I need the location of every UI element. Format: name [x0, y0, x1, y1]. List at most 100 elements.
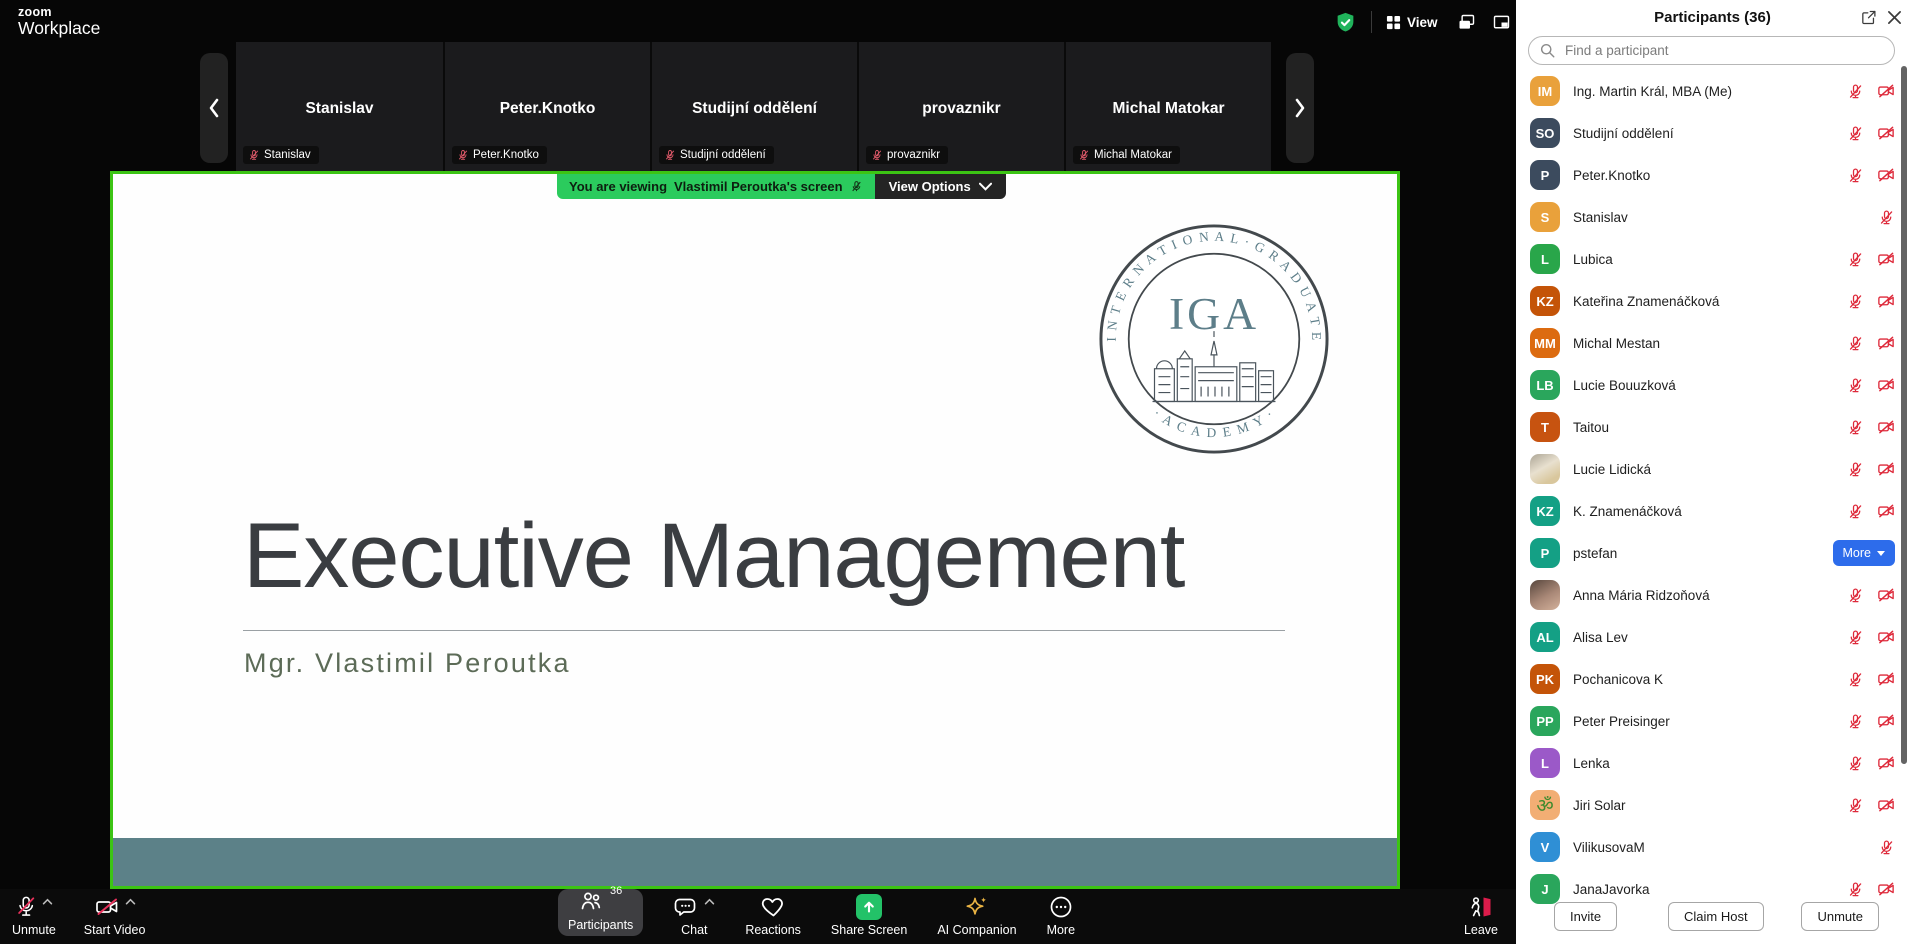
- start-video-button[interactable]: Start Video: [84, 889, 146, 937]
- banner-mic-muted-icon: [850, 180, 863, 193]
- participant-row[interactable]: PPeter.Knotko: [1516, 154, 1909, 196]
- participant-row[interactable]: KZKateřina Znamenáčková: [1516, 280, 1909, 322]
- avatar-initials: IM: [1530, 76, 1560, 106]
- mic-muted-icon: [15, 894, 37, 920]
- participant-mic-status[interactable]: [1847, 377, 1864, 394]
- video-tile[interactable]: Michal Matokar Michal Matokar: [1064, 42, 1271, 171]
- participant-row[interactable]: ॐJiri Solar: [1516, 784, 1909, 826]
- participant-row[interactable]: SOStudijní oddělení: [1516, 112, 1909, 154]
- participant-row[interactable]: VVilikusovaM: [1516, 826, 1909, 868]
- participant-mic-status[interactable]: [1847, 671, 1864, 688]
- mic-off-icon: [248, 149, 260, 161]
- participant-video-status[interactable]: [1877, 250, 1895, 268]
- more-label: More: [1047, 923, 1075, 937]
- participant-mic-status[interactable]: [1847, 167, 1864, 184]
- participant-video-status[interactable]: [1877, 124, 1895, 142]
- participant-mic-status[interactable]: [1847, 503, 1864, 520]
- participant-row[interactable]: LLubica: [1516, 238, 1909, 280]
- participant-row[interactable]: Anna Mária Ridzoňová: [1516, 574, 1909, 616]
- unmute-all-button[interactable]: Unmute: [1801, 902, 1879, 931]
- close-panel-button[interactable]: [1884, 7, 1904, 27]
- participant-mic-status[interactable]: [1847, 755, 1864, 772]
- participant-row[interactable]: MMMichal Mestan: [1516, 322, 1909, 364]
- participant-video-status[interactable]: [1877, 712, 1895, 730]
- participant-row[interactable]: KZK. Znamenáčková: [1516, 490, 1909, 532]
- participant-video-status[interactable]: [1877, 166, 1895, 184]
- chat-options-caret[interactable]: [704, 898, 715, 905]
- participant-row[interactable]: TTaitou: [1516, 406, 1909, 448]
- participant-video-status[interactable]: [1877, 880, 1895, 898]
- mic-options-caret[interactable]: [42, 898, 53, 905]
- participant-mic-status[interactable]: [1878, 839, 1895, 856]
- participant-mic-status[interactable]: [1847, 419, 1864, 436]
- view-button[interactable]: View: [1386, 15, 1438, 30]
- participant-mic-status[interactable]: [1847, 587, 1864, 604]
- video-tile[interactable]: Stanislav Stanislav: [236, 42, 443, 171]
- view-options-button[interactable]: View Options: [875, 174, 1006, 199]
- unmute-button[interactable]: Unmute: [12, 889, 56, 937]
- participant-mic-status[interactable]: [1847, 713, 1864, 730]
- filmstrip-next-button[interactable]: [1286, 53, 1314, 163]
- participant-mic-status[interactable]: [1847, 335, 1864, 352]
- search-input[interactable]: [1563, 42, 1883, 59]
- participant-mic-status[interactable]: [1847, 125, 1864, 142]
- popout-panel-button[interactable]: [1858, 7, 1878, 27]
- avatar-initials: MM: [1530, 328, 1560, 358]
- chat-icon: [673, 894, 699, 920]
- minimize-to-window-icon[interactable]: [1491, 12, 1512, 33]
- participant-mic-status[interactable]: [1847, 881, 1864, 898]
- reactions-button[interactable]: Reactions: [745, 889, 801, 937]
- video-tile[interactable]: provaznikr provaznikr: [857, 42, 1064, 171]
- mic-off-icon: [1878, 839, 1895, 856]
- camera-off-icon: [1877, 796, 1895, 814]
- leave-button[interactable]: Leave: [1464, 889, 1498, 937]
- layered-windows-icon[interactable]: [1456, 12, 1477, 33]
- invite-button[interactable]: Invite: [1554, 902, 1617, 931]
- panel-scrollbar[interactable]: [1901, 66, 1907, 764]
- participant-video-status[interactable]: [1877, 670, 1895, 688]
- more-button[interactable]: More: [1047, 889, 1075, 937]
- chat-button[interactable]: Chat: [673, 889, 715, 937]
- security-shield-icon[interactable]: [1334, 11, 1357, 34]
- video-tile[interactable]: Studijní oddělení Studijní oddělení: [650, 42, 857, 171]
- participant-mic-status[interactable]: [1847, 251, 1864, 268]
- claim-host-button[interactable]: Claim Host: [1668, 902, 1764, 931]
- participant-video-status[interactable]: [1877, 502, 1895, 520]
- tile-mute-label: Peter.Knotko: [452, 146, 547, 164]
- ai-companion-button[interactable]: AI Companion: [937, 889, 1016, 937]
- participant-video-status[interactable]: [1877, 586, 1895, 604]
- video-tile[interactable]: Peter.Knotko Peter.Knotko: [443, 42, 650, 171]
- participant-mic-status[interactable]: [1847, 461, 1864, 478]
- filmstrip-prev-button[interactable]: [200, 53, 228, 163]
- tile-mute-label: Stanislav: [243, 146, 319, 164]
- video-options-caret[interactable]: [125, 898, 136, 905]
- participant-mic-status[interactable]: [1847, 293, 1864, 310]
- participant-row[interactable]: LLenka: [1516, 742, 1909, 784]
- participant-search[interactable]: [1528, 36, 1895, 65]
- participant-video-status[interactable]: [1877, 628, 1895, 646]
- participant-more-button[interactable]: More: [1833, 540, 1895, 566]
- participant-row[interactable]: Lucie Lidická: [1516, 448, 1909, 490]
- participant-row[interactable]: IMIng. Martin Král, MBA (Me): [1516, 70, 1909, 112]
- participant-video-status[interactable]: [1877, 334, 1895, 352]
- participant-mic-status[interactable]: [1847, 797, 1864, 814]
- participant-video-status[interactable]: [1877, 796, 1895, 814]
- participant-video-status[interactable]: [1877, 418, 1895, 436]
- participant-video-status[interactable]: [1877, 292, 1895, 310]
- participant-mic-status[interactable]: [1878, 209, 1895, 226]
- participant-row[interactable]: LBLucie Bouuzková: [1516, 364, 1909, 406]
- participant-row[interactable]: PKPochanicova K: [1516, 658, 1909, 700]
- participant-video-status[interactable]: [1877, 754, 1895, 772]
- participant-row[interactable]: PpstefanMore: [1516, 532, 1909, 574]
- participant-row[interactable]: SStanislav: [1516, 196, 1909, 238]
- participant-mic-status[interactable]: [1847, 629, 1864, 646]
- share-screen-icon: [856, 894, 882, 920]
- participant-video-status[interactable]: [1877, 376, 1895, 394]
- participants-button[interactable]: 36 Participants: [558, 889, 643, 936]
- participant-mic-status[interactable]: [1847, 83, 1864, 100]
- share-screen-button[interactable]: Share Screen: [831, 889, 907, 937]
- participant-row[interactable]: PPPeter Preisinger: [1516, 700, 1909, 742]
- participant-video-status[interactable]: [1877, 460, 1895, 478]
- participant-video-status[interactable]: [1877, 82, 1895, 100]
- participant-row[interactable]: ALAlisa Lev: [1516, 616, 1909, 658]
